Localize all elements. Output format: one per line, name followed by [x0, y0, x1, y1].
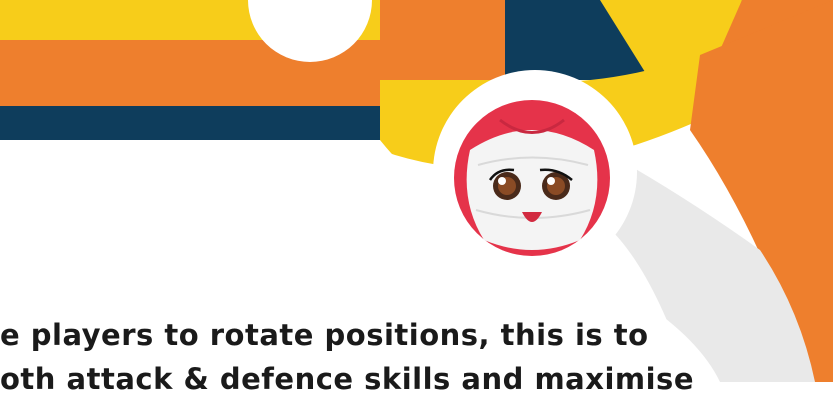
caption-line-1: e players to rotate positions, this is t…: [0, 318, 649, 352]
stripe-navy: [0, 106, 380, 140]
block-orange-top: [380, 0, 505, 80]
caption-line-2: oth attack & defence skills and maximise: [0, 362, 694, 396]
volleyball-mascot-icon: [454, 100, 610, 256]
